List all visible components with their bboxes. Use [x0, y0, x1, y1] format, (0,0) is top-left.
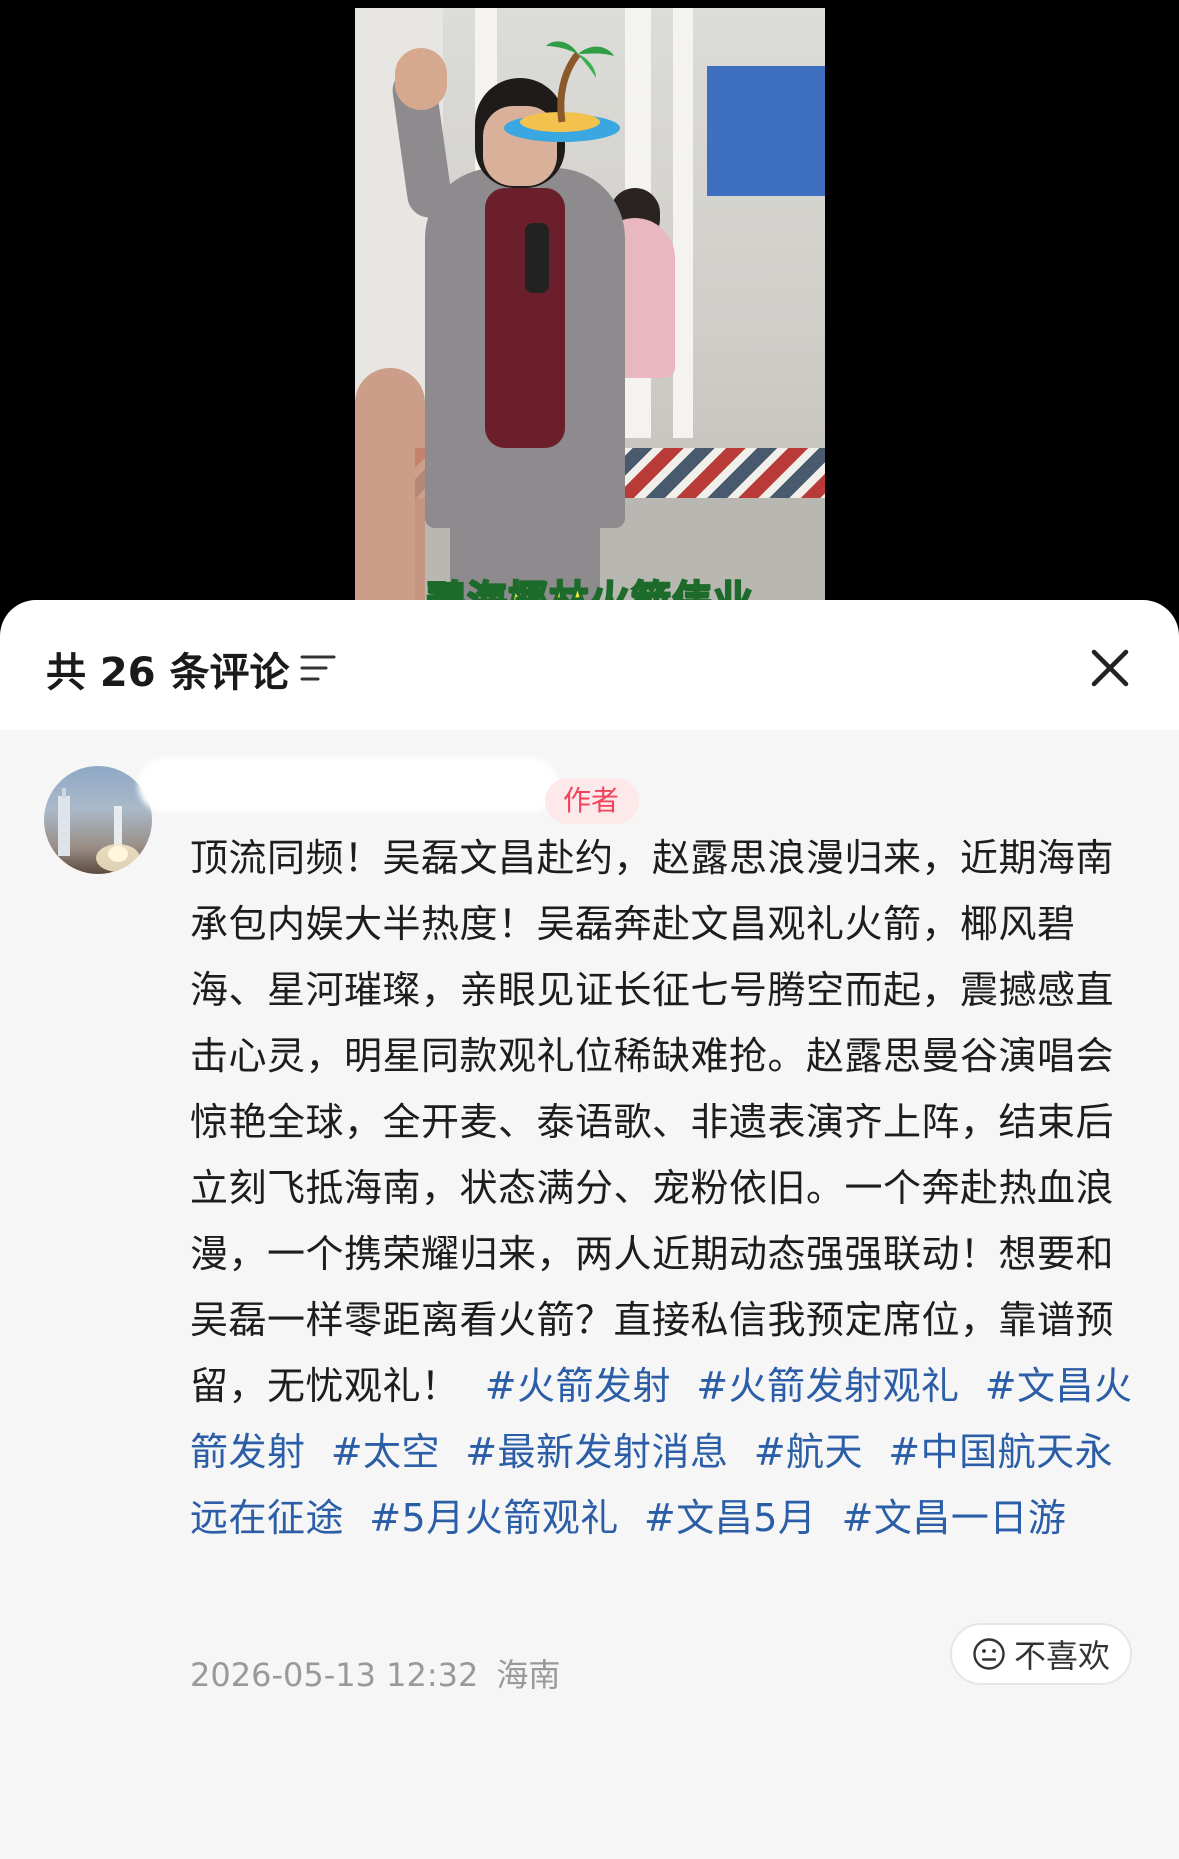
sort-icon[interactable] — [300, 653, 336, 683]
hashtag-link[interactable]: #太空 — [331, 1430, 440, 1474]
avatar[interactable] — [44, 766, 152, 874]
dislike-label: 不喜欢 — [1013, 1637, 1110, 1675]
neutral-face-icon — [973, 1638, 1005, 1670]
comment-meta: 2026-05-13 12:32 海南 — [190, 1650, 560, 1696]
close-icon[interactable] — [1086, 644, 1134, 692]
video-screen — [707, 66, 825, 196]
hashtag-link[interactable]: #文昌一日游 — [842, 1496, 1067, 1540]
comment-item: 作者 顶流同频！吴磊文昌赴约，赵露思浪漫归来，近期海南承包内娱大半热度！吴磊奔赴… — [0, 730, 1179, 1859]
hashtag-link[interactable]: #火箭发射 — [485, 1364, 671, 1408]
hashtag-link[interactable]: #文昌5月 — [644, 1496, 817, 1540]
dislike-button[interactable]: 不喜欢 — [950, 1623, 1132, 1685]
comments-count-title: 共 26 条评论 — [46, 650, 290, 696]
hashtag-link[interactable]: #最新发射消息 — [465, 1430, 728, 1474]
video-frame: 碧海椰林火箭伟业 — [355, 8, 825, 620]
hashtag-link[interactable]: #航天 — [754, 1430, 863, 1474]
hashtag-link[interactable]: #火箭发射观礼 — [696, 1364, 959, 1408]
comment-location: 海南 — [496, 1656, 561, 1694]
comment-text: 顶流同频！吴磊文昌赴约，赵露思浪漫归来，近期海南承包内娱大半热度！吴磊奔赴文昌观… — [190, 825, 1135, 1551]
rocket-launch-icon — [58, 788, 140, 872]
author-badge: 作者 — [545, 778, 640, 824]
comment-timestamp: 2026-05-13 12:32 — [190, 1656, 479, 1694]
video-speaker — [389, 48, 645, 620]
hashtag-link[interactable]: #5月火箭观礼 — [369, 1496, 619, 1540]
comments-panel: 共 26 条评论 作者 顶流同频！吴磊文昌赴约，赵露思浪漫归来，近期海南承包内娱… — [0, 600, 1179, 1859]
comment-body-text: 顶流同频！吴磊文昌赴约，赵露思浪漫归来，近期海南承包内娱大半热度！吴磊奔赴文昌观… — [190, 836, 1115, 1408]
username-redacted — [138, 758, 558, 812]
island-sticker-icon — [504, 41, 620, 142]
comments-header: 共 26 条评论 — [0, 600, 1179, 730]
video-player[interactable]: 碧海椰林火箭伟业 — [0, 0, 1179, 640]
video-column — [673, 8, 693, 438]
